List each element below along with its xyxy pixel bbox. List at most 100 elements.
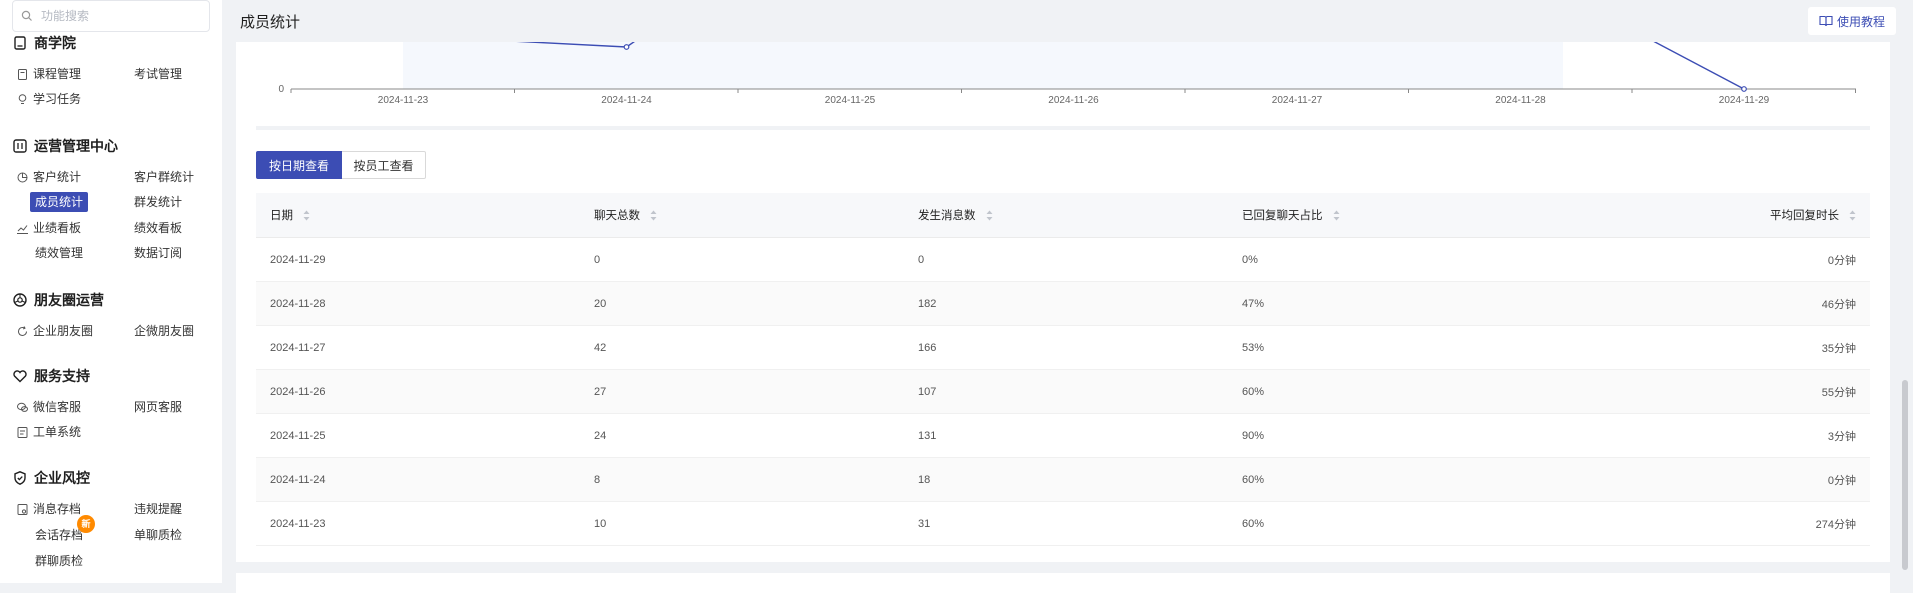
cell-messages-sent: 182 [904, 281, 1228, 326]
ticket-icon [17, 426, 28, 438]
table-row: 2024-11-27 42 166 53% 35分钟 [256, 325, 1870, 370]
cell-date: 2024-11-27 [256, 325, 580, 370]
scrollbar[interactable] [1902, 380, 1908, 570]
sidebar-item-label: 成员统计 [35, 195, 84, 209]
sort-icon[interactable] [986, 210, 993, 221]
cell-chat-total: 24 [580, 413, 904, 458]
sidebar-item-label: 绩效管理 [35, 246, 84, 260]
sidebar-item-private-chat-qa[interactable]: 单聊质检 [134, 525, 182, 545]
search-icon [21, 10, 32, 21]
cell-reply-ratio: 60% [1228, 501, 1552, 546]
column-header-label: 平均回复时长 [1770, 210, 1839, 222]
sidebar-item-performance-board[interactable]: 业绩看板 [16, 218, 81, 238]
sidebar-item-ticket-system[interactable]: 工单系统 [16, 422, 81, 442]
tutorial-label: 使用教程 [1836, 14, 1885, 29]
sidebar-item-label: 工单系统 [33, 425, 82, 439]
section-title-ops: 运营管理中心 [34, 138, 118, 154]
x-tick-label: 2024-11-29 [1719, 95, 1770, 106]
cell-messages-sent: 166 [904, 325, 1228, 370]
cell-avg-reply-time: 0分钟 [1552, 457, 1870, 502]
cell-avg-reply-time: 3分钟 [1552, 413, 1870, 458]
cell-messages-sent: 107 [904, 369, 1228, 414]
x-tick-label: 2024-11-26 [1048, 95, 1099, 106]
tab-by-member[interactable]: 按员工查看 [342, 151, 426, 179]
cell-chat-total: 42 [580, 325, 904, 370]
chat-icon [17, 402, 28, 412]
sidebar-item-message-archive[interactable]: 消息存档 [16, 499, 81, 519]
sidebar: 商学院 课程管理 考试管理 学习任务 运营管理中心 客户统计 客户群统计 成员统… [0, 0, 222, 583]
sidebar-item-customer-stats[interactable]: 客户统计 [16, 167, 81, 187]
sidebar-item-group-chat-qa[interactable]: 群聊质检 [35, 551, 83, 571]
sidebar-item-violation-alert[interactable]: 违规提醒 [134, 499, 182, 519]
cell-reply-ratio: 53% [1228, 325, 1552, 370]
sidebar-item-session-archive[interactable]: 会话存档 [35, 525, 83, 545]
sidebar-item-label: 考试管理 [134, 67, 183, 81]
section-title-service: 服务支持 [34, 368, 90, 384]
sidebar-item-label: 课程管理 [33, 67, 82, 81]
line-chart-icon [17, 224, 28, 234]
series-line-segment [1653, 42, 1745, 90]
column-header-label: 聊天总数 [594, 210, 640, 222]
sidebar-item-label: 业绩看板 [33, 221, 82, 235]
refresh-icon [18, 325, 27, 336]
sidebar-item-data-subscription[interactable]: 数据订阅 [134, 243, 182, 263]
sort-icon[interactable] [1849, 210, 1856, 221]
table-row: 2024-11-28 20 182 47% 46分钟 [256, 281, 1870, 326]
section-risk: 企业风控 [12, 468, 90, 488]
x-tick-label: 2024-11-25 [825, 95, 876, 106]
sidebar-item-kpi-board[interactable]: 绩效看板 [134, 218, 182, 238]
sort-icon[interactable] [303, 210, 310, 221]
sidebar-item-course[interactable]: 课程管理 [16, 64, 81, 84]
cell-reply-ratio: 47% [1228, 281, 1552, 326]
sidebar-item-label: 企微朋友圈 [134, 324, 195, 338]
cell-reply-ratio: 60% [1228, 457, 1552, 502]
column-header-messages-sent[interactable]: 发生消息数 [904, 193, 1228, 238]
bulb-icon [18, 93, 27, 104]
sidebar-item-kpi-management[interactable]: 绩效管理 [35, 243, 83, 263]
sidebar-item-label: 微信客服 [33, 400, 82, 414]
search-input[interactable] [39, 8, 203, 24]
pie-chart-icon [17, 172, 28, 182]
sidebar-item-label: 学习任务 [33, 92, 82, 106]
sidebar-item-exam[interactable]: 考试管理 [134, 64, 182, 84]
search-box[interactable] [12, 0, 210, 32]
sidebar-item-enterprise-moments[interactable]: 企业朋友圈 [16, 321, 93, 341]
sidebar-item-label: 客户统计 [33, 170, 82, 184]
table-row: 2024-11-23 10 31 60% 274分钟 [256, 501, 1870, 546]
cell-date: 2024-11-25 [256, 413, 580, 458]
cell-reply-ratio: 60% [1228, 369, 1552, 414]
sidebar-item-study-task[interactable]: 学习任务 [16, 89, 81, 109]
column-header-reply-ratio[interactable]: 已回复聊天占比 [1228, 193, 1552, 238]
cell-avg-reply-time: 0分钟 [1552, 237, 1870, 282]
sort-icon[interactable] [1333, 210, 1340, 221]
stats-table: 日期 聊天总数 发生消息数 已回复聊天占比 平均回复时长 2024-11-29 … [256, 193, 1870, 546]
sidebar-item-label: 企业朋友圈 [33, 324, 94, 338]
column-header-avg-reply-time[interactable]: 平均回复时长 [1552, 193, 1870, 238]
cell-chat-total: 20 [580, 281, 904, 326]
aperture-icon [13, 293, 27, 307]
sidebar-item-wechat-service[interactable]: 微信客服 [16, 397, 81, 417]
column-header-label: 发生消息数 [918, 210, 976, 222]
column-header-chat-total[interactable]: 聊天总数 [580, 193, 904, 238]
sidebar-item-broadcast-stats[interactable]: 群发统计 [134, 192, 182, 212]
sidebar-item-member-stats[interactable]: 成员统计 [30, 192, 89, 212]
sidebar-item-web-service[interactable]: 网页客服 [134, 397, 182, 417]
x-tick-label: 2024-11-23 [378, 95, 429, 106]
dashboard-icon [13, 139, 27, 153]
open-book-icon [1819, 15, 1833, 27]
x-tick-label: 2024-11-27 [1272, 95, 1323, 106]
sort-icon[interactable] [650, 210, 657, 221]
sidebar-item-group-stats[interactable]: 客户群统计 [134, 167, 194, 187]
data-point[interactable] [1741, 86, 1747, 92]
column-header-date[interactable]: 日期 [256, 193, 580, 238]
sidebar-item-wecom-moments[interactable]: 企微朋友圈 [134, 321, 194, 341]
sidebar-item-label: 客户群统计 [134, 170, 195, 184]
heart-hand-icon [13, 370, 27, 383]
cell-date: 2024-11-29 [256, 237, 580, 282]
sidebar-item-label: 群发统计 [134, 195, 183, 209]
cell-date: 2024-11-23 [256, 501, 580, 546]
data-point[interactable] [623, 44, 630, 50]
sidebar-item-label: 会话存档 [35, 528, 84, 542]
tab-by-date[interactable]: 按日期查看 [256, 151, 342, 179]
tutorial-button[interactable]: 使用教程 [1808, 7, 1896, 35]
